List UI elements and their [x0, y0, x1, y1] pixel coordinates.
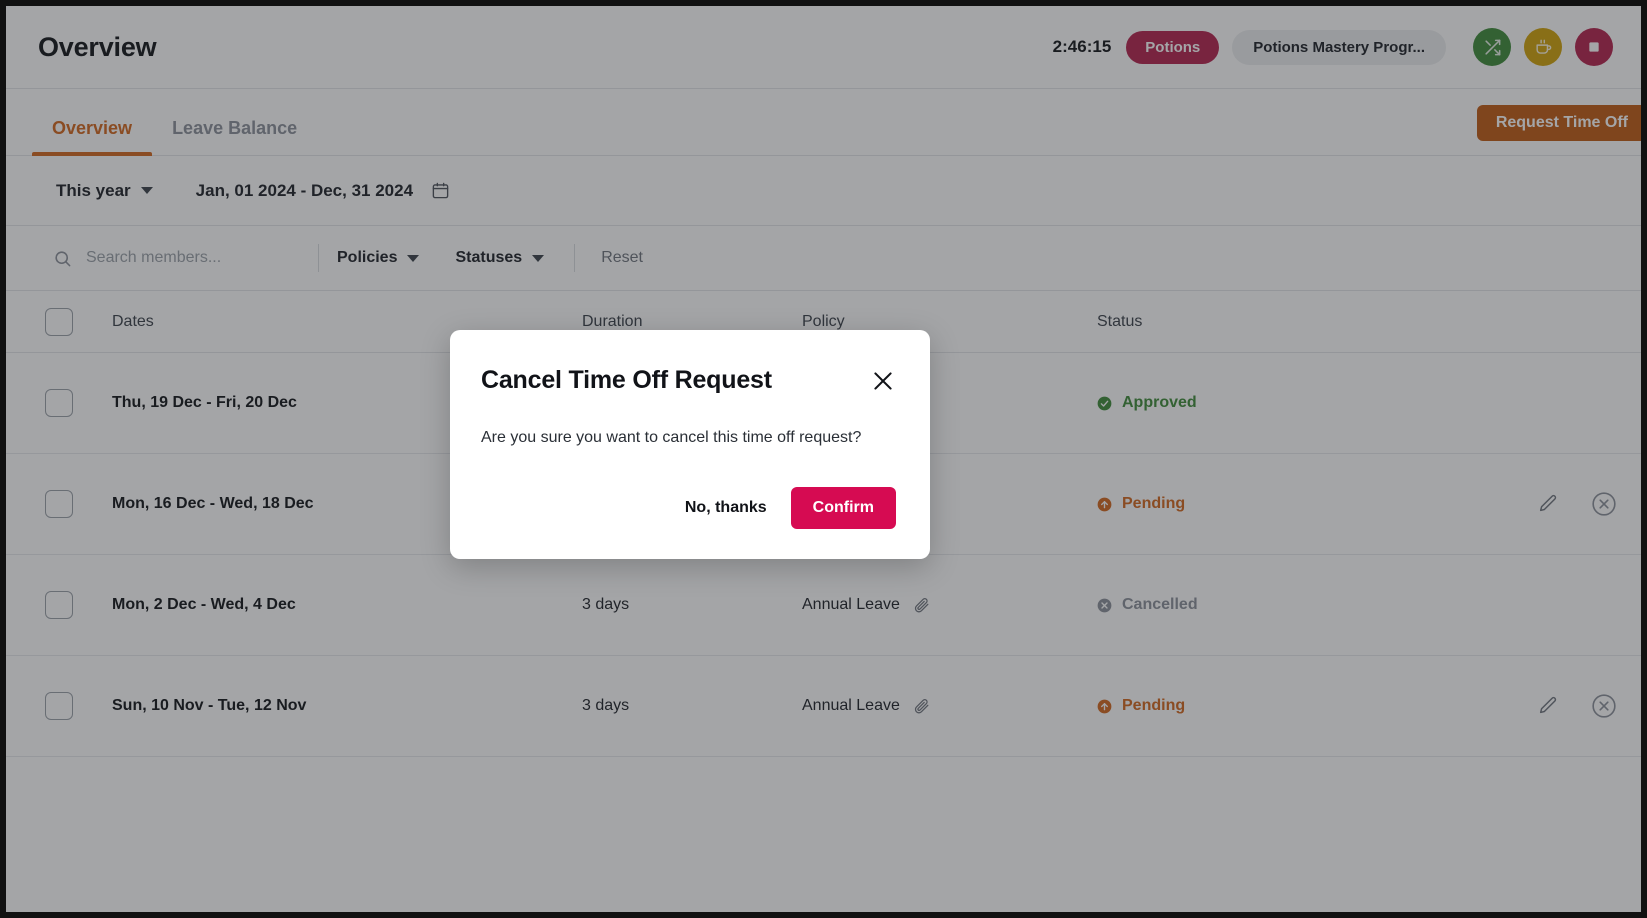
- cancel-time-off-modal: Cancel Time Off Request Are you sure you…: [450, 330, 930, 559]
- confirm-button[interactable]: Confirm: [790, 487, 896, 529]
- no-thanks-button[interactable]: No, thanks: [679, 489, 773, 527]
- modal-message: Are you sure you want to cancel this tim…: [481, 429, 862, 446]
- modal-actions: No, thanks Confirm: [481, 487, 896, 529]
- modal-title: Cancel Time Off Request: [481, 366, 772, 394]
- modal-header: Cancel Time Off Request: [481, 366, 896, 395]
- app-window: Overview 2:46:15 Potions Potions Mastery…: [0, 0, 1647, 918]
- close-icon[interactable]: [870, 368, 896, 394]
